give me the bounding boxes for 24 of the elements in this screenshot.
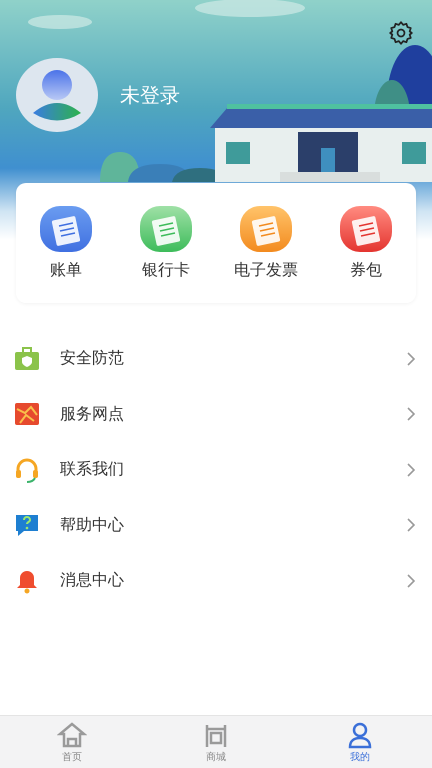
- help-icon: [14, 512, 40, 538]
- chevron-icon: [406, 462, 416, 477]
- chevron-icon: [406, 518, 416, 532]
- settings-icon[interactable]: [388, 20, 414, 46]
- avatar-icon[interactable]: [16, 58, 98, 132]
- shortcut-label[interactable]: 账单: [50, 260, 82, 280]
- shortcut-label[interactable]: 电子发票: [234, 260, 298, 280]
- headset-icon: [14, 456, 40, 483]
- menu-item[interactable]: 服务网点: [60, 404, 406, 425]
- chevron-icon: [406, 574, 416, 588]
- invoice-icon[interactable]: [240, 206, 292, 252]
- chevron-icon: [406, 407, 416, 422]
- shortcut-label[interactable]: 券包: [350, 260, 382, 280]
- menu-item[interactable]: 帮助中心: [60, 514, 406, 536]
- shield-icon: [14, 346, 40, 372]
- tab-label[interactable]: 我的: [350, 750, 370, 764]
- menu-item[interactable]: 联系我们: [60, 459, 406, 480]
- chevron-icon: [406, 352, 416, 366]
- bill-icon[interactable]: [40, 206, 92, 252]
- shortcut-label[interactable]: 银行卡: [142, 260, 190, 280]
- menu-item[interactable]: 消息中心: [60, 570, 406, 592]
- map-icon: [14, 401, 40, 428]
- home-icon[interactable]: [57, 720, 87, 748]
- menu-item[interactable]: 安全防范: [60, 348, 406, 370]
